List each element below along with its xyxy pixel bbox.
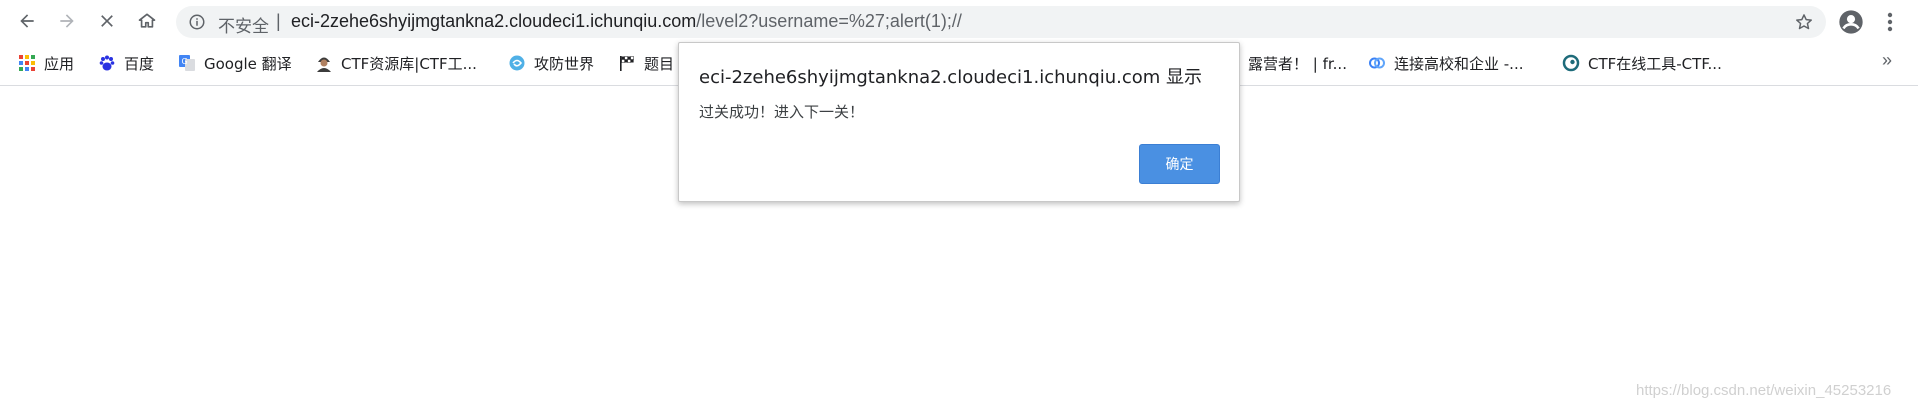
bookmark-adworld[interactable]: 攻防世界 [508,51,594,75]
hacker-avatar-icon [315,54,333,72]
bookmark-challenges[interactable]: 题目 [618,51,674,75]
google-translate-icon: G [178,54,196,72]
bookmark-google-translate[interactable]: G Google 翻译 [178,51,292,75]
dialog-message: 过关成功！进入下一关！ [699,103,865,121]
cloud-icon [1368,54,1386,72]
swirl-icon [508,54,526,72]
url-text[interactable]: eci-2zehe6shyijmgtankna2.cloudeci1.ichun… [291,11,962,32]
svg-text:G: G [182,57,188,66]
bookmark-label: 连接高校和企业 -... [1394,54,1524,73]
dialog-title: eci-2zehe6shyijmgtankna2.cloudeci1.ichun… [699,67,1203,88]
more-bookmarks-button[interactable]: » [1882,50,1892,71]
back-button[interactable] [12,6,42,36]
bookmark-label: 攻防世界 [534,54,595,73]
arrow-left-icon [20,14,34,28]
bookmark-camper[interactable]: 露营者！ | fr... [1248,51,1347,75]
bookmark-label: 应用 [44,54,75,73]
url-path: /level2?username=%27;alert(1);// [696,11,962,31]
bookmark-baidu[interactable]: 百度 [98,51,154,75]
bookmark-ctf-tools[interactable]: CTF在线工具-CTF... [1562,51,1722,75]
bookmark-label: CTF在线工具-CTF... [1588,54,1722,73]
home-button[interactable] [132,6,162,36]
bookmark-label: CTF资源库|CTF工... [341,54,477,73]
browser-toolbar: 不安全 | eci-2zehe6shyijmgtankna2.cloudeci1… [0,0,1918,44]
close-icon [101,15,113,27]
home-icon [138,13,156,28]
arrow-right-icon [60,14,74,28]
baidu-paw-icon [98,54,116,72]
bookmark-label: Google 翻译 [204,54,292,73]
alert-dialog: eci-2zehe6shyijmgtankna2.cloudeci1.ichun… [678,42,1240,202]
ring-icon [1562,54,1580,72]
bookmark-ctf-resources[interactable]: CTF资源库|CTF工... [315,51,477,75]
bookmark-label: 露营者！ | fr... [1248,54,1347,73]
bookmark-label: 百度 [124,54,155,73]
apps-grid-icon [18,54,36,72]
watermark-text: https://blog.csdn.net/weixin_45253216 [1636,382,1892,399]
url-host: eci-2zehe6shyijmgtankna2.cloudeci1.ichun… [291,11,697,31]
bookmark-apps[interactable]: 应用 [18,51,74,75]
stop-loading-button[interactable] [92,6,122,36]
address-separator: | [276,11,281,31]
info-icon[interactable] [188,13,206,31]
ok-button[interactable]: 确定 [1139,144,1220,184]
flag-icon [618,54,636,72]
security-status-label: 不安全 [218,17,269,37]
forward-button[interactable] [52,6,82,36]
bookmark-university-enterprise[interactable]: 连接高校和企业 -... [1368,51,1524,75]
more-vert-icon[interactable] [1880,8,1900,36]
profile-avatar-icon[interactable] [1837,8,1865,36]
address-bar[interactable]: 不安全 | eci-2zehe6shyijmgtankna2.cloudeci1… [176,6,1826,38]
bookmark-label: 题目 [644,54,675,73]
star-icon[interactable] [1794,12,1814,32]
